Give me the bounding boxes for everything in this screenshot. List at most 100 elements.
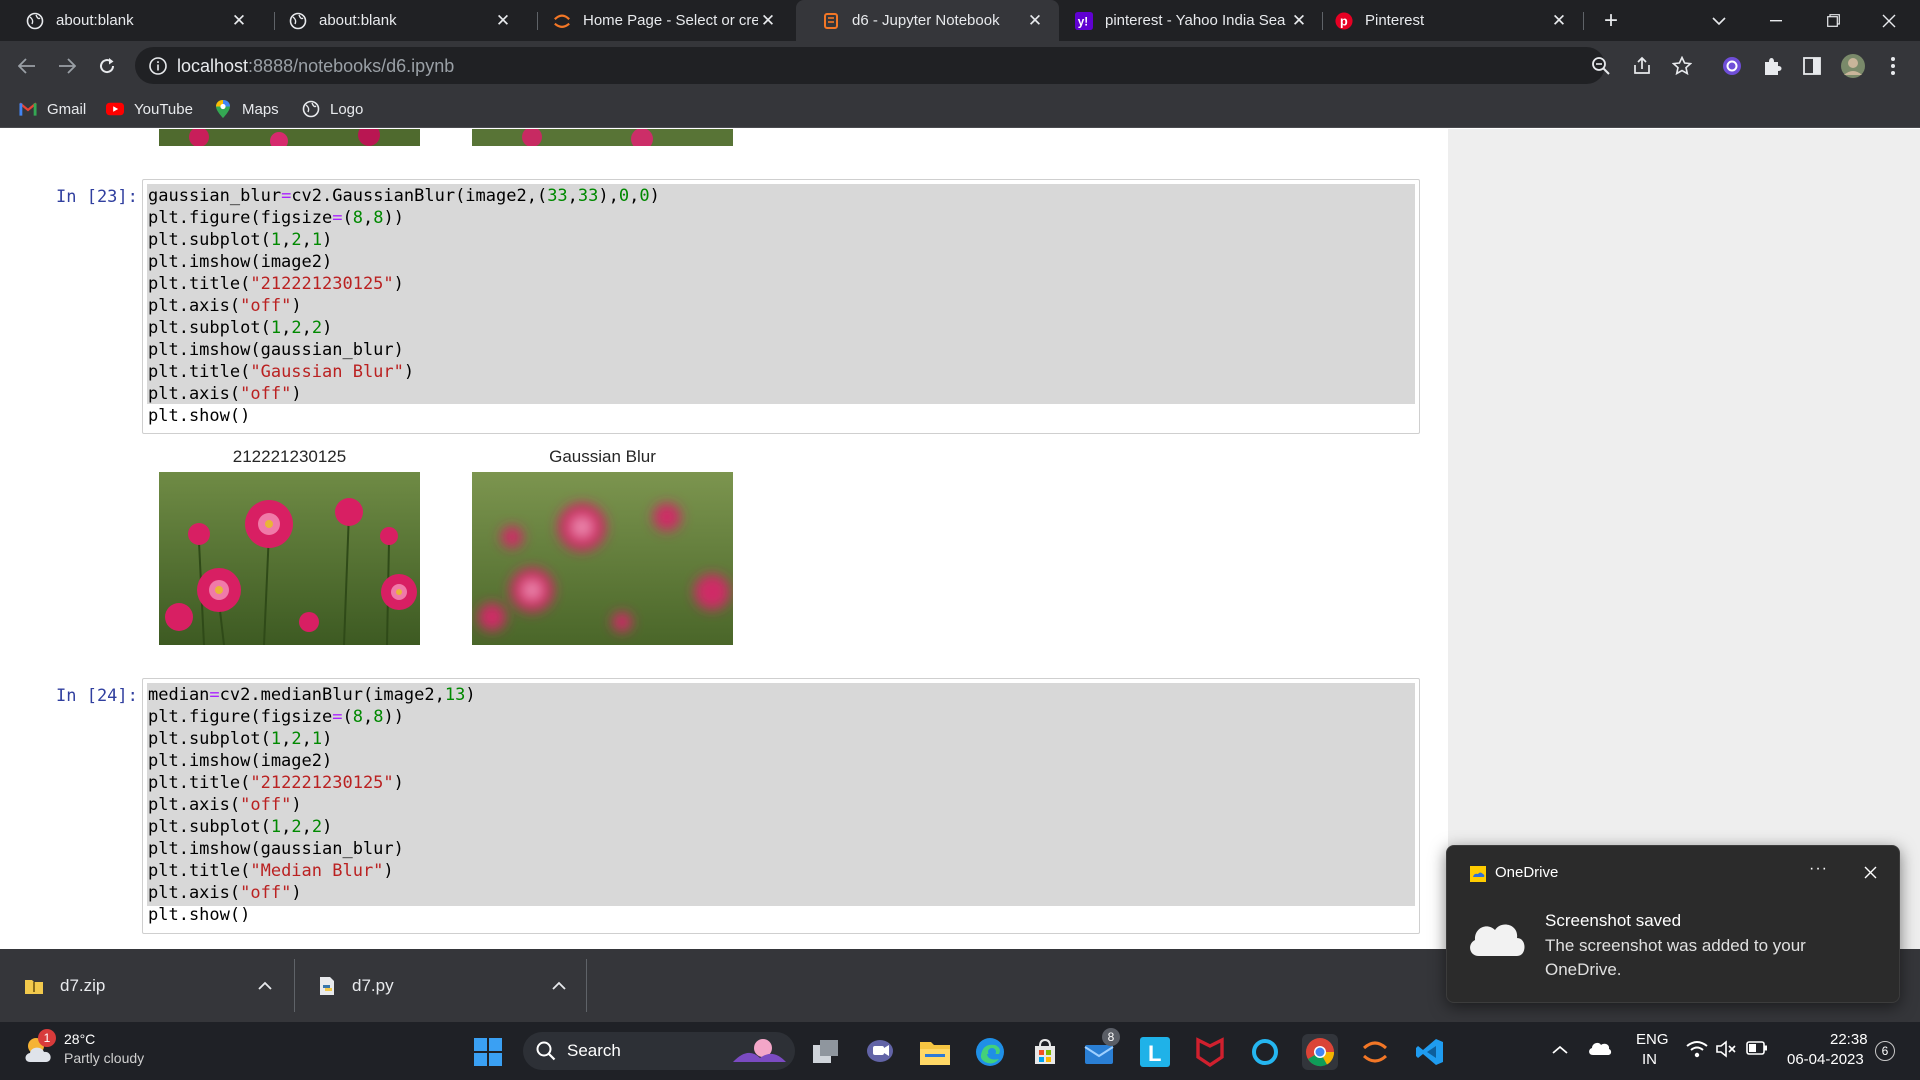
bookmark-youtube[interactable]: YouTube (106, 90, 193, 128)
weather-icon[interactable]: 1 (22, 1029, 62, 1072)
figure-title-original: 212221230125 (232, 447, 347, 466)
onedrive-notification[interactable]: OneDrive ··· Screenshot saved The screen… (1446, 845, 1900, 1003)
tab-yahoo-search[interactable]: y! pinterest - Yahoo India Sea ✕ (1061, 0, 1323, 41)
clock-date[interactable]: 06-04-2023 (1787, 1051, 1864, 1068)
tab-d6-notebook[interactable]: d6 - Jupyter Notebook ✕ (796, 0, 1059, 41)
code-line: plt.axis("off") (148, 795, 302, 815)
code-line: plt.show() (148, 406, 251, 426)
cell-prompt: In [23]: (56, 187, 138, 207)
globe-icon (26, 12, 44, 30)
task-view-icon[interactable] (808, 1034, 844, 1070)
close-icon[interactable]: ✕ (758, 11, 778, 31)
more-options-icon[interactable]: ··· (1809, 860, 1828, 878)
bookmark-star-icon[interactable] (1668, 52, 1696, 80)
tab-about-blank-2[interactable]: about:blank ✕ (263, 0, 527, 41)
region-indicator[interactable]: IN (1642, 1051, 1657, 1068)
restore-button[interactable] (1810, 0, 1856, 41)
teams-chat-icon[interactable] (862, 1034, 898, 1070)
share-icon[interactable] (1628, 52, 1656, 80)
figure-title-gaussian-blur: Gaussian Blur (549, 447, 656, 466)
yahoo-icon: y! (1075, 11, 1093, 30)
file-explorer-icon[interactable] (917, 1034, 953, 1070)
notification-count-badge[interactable]: 6 (1875, 1041, 1895, 1061)
minimize-button[interactable] (1753, 0, 1799, 41)
chrome-icon[interactable] (1302, 1034, 1338, 1070)
jupyter-taskbar-icon[interactable] (1357, 1034, 1393, 1070)
wifi-icon[interactable] (1686, 1040, 1708, 1063)
close-icon[interactable] (1864, 866, 1877, 884)
side-panel-icon[interactable] (1798, 52, 1826, 80)
jupyter-icon (553, 12, 571, 30)
bookmark-label: Logo (330, 100, 364, 118)
bookmark-logo[interactable]: Logo (302, 90, 363, 128)
profile-avatar-icon[interactable] (1839, 52, 1867, 80)
tab-pinterest[interactable]: p Pinterest ✕ (1323, 0, 1583, 41)
cloud-icon (1465, 916, 1529, 965)
code-line: plt.subplot(1,2,1) (148, 729, 333, 749)
edge-browser-icon[interactable] (972, 1034, 1008, 1070)
code-line: plt.figure(figsize=(8,8)) (148, 707, 404, 727)
download-item-d7-py[interactable]: d7.py (318, 949, 568, 1022)
zoom-icon[interactable] (1587, 52, 1615, 80)
site-info-icon[interactable] (148, 56, 168, 76)
tab-label: Home Page - Select or crea (583, 12, 758, 29)
reload-button[interactable] (90, 49, 124, 83)
clock-time[interactable]: 22:38 (1830, 1031, 1868, 1048)
browser-tab-strip: about:blank ✕ about:blank ✕ Home Page - … (0, 0, 1920, 41)
toast-app-name: OneDrive (1495, 864, 1559, 881)
weather-desc[interactable]: Partly cloudy (64, 1050, 144, 1066)
tab-about-blank-1[interactable]: about:blank ✕ (0, 0, 263, 41)
chevron-up-icon[interactable] (552, 976, 566, 996)
taskbar-search-box[interactable]: Search (523, 1032, 795, 1070)
l-app-icon[interactable]: L (1137, 1034, 1173, 1070)
globe-icon (289, 12, 307, 30)
mcafee-icon[interactable] (1192, 1034, 1228, 1070)
onedrive-tray-icon[interactable] (1588, 1040, 1612, 1061)
close-icon[interactable]: ✕ (1289, 11, 1309, 31)
new-tab-button[interactable]: + (1588, 0, 1634, 41)
toast-title: Screenshot saved (1545, 911, 1682, 930)
close-window-button[interactable] (1866, 0, 1912, 41)
code-line: plt.title("Gaussian Blur") (148, 362, 415, 382)
windows-taskbar: 1 28°C Partly cloudy Search 8 L ENG IN 2… (0, 1022, 1920, 1080)
tab-jupyter-home[interactable]: Home Page - Select or crea ✕ (527, 0, 792, 41)
extensions-puzzle-icon[interactable] (1758, 52, 1786, 80)
show-hidden-icons-chevron-icon[interactable] (1552, 1042, 1568, 1060)
globe-icon (302, 100, 320, 118)
python-file-icon (318, 976, 336, 996)
notebook-content: In [23]: gaussian_blur=cv2.GaussianBlur(… (0, 129, 1448, 949)
cortana-icon[interactable] (1247, 1034, 1283, 1070)
bookmark-gmail[interactable]: Gmail (19, 90, 86, 128)
tab-label: Pinterest (1365, 12, 1425, 29)
start-button[interactable] (470, 1034, 506, 1070)
close-icon[interactable]: ✕ (229, 11, 249, 31)
battery-icon[interactable] (1746, 1041, 1768, 1060)
cell-prompt: In [24]: (56, 686, 138, 706)
search-icon (536, 1041, 556, 1066)
bookmark-maps[interactable]: Maps (214, 90, 279, 128)
more-menu-icon[interactable] (1879, 52, 1907, 80)
volume-muted-icon[interactable] (1716, 1040, 1738, 1063)
onedrive-app-icon (1469, 865, 1487, 888)
extension-swirl-icon[interactable] (1718, 52, 1746, 80)
close-icon[interactable]: ✕ (1549, 11, 1569, 31)
language-indicator[interactable]: ENG (1636, 1031, 1669, 1048)
address-bar[interactable]: localhost:8888/notebooks/d6.ipynb (135, 47, 1605, 84)
weather-temp[interactable]: 28°C (64, 1031, 95, 1047)
zip-folder-icon (24, 977, 44, 995)
download-filename: d7.zip (60, 975, 106, 995)
back-button[interactable] (10, 49, 44, 83)
close-icon[interactable]: ✕ (1025, 11, 1045, 31)
previous-output-image (472, 129, 733, 146)
vscode-icon[interactable] (1412, 1034, 1448, 1070)
download-item-d7-zip[interactable]: d7.zip (24, 949, 274, 1022)
code-line: plt.imshow(gaussian_blur) (148, 839, 404, 859)
close-icon[interactable]: ✕ (493, 11, 513, 31)
tab-search-chevron-icon[interactable] (1696, 0, 1742, 41)
code-line: plt.title("Median Blur") (148, 861, 394, 881)
code-line: plt.axis("off") (148, 296, 302, 316)
forward-button[interactable] (50, 49, 84, 83)
chevron-up-icon[interactable] (258, 976, 272, 996)
mail-icon[interactable]: 8 (1082, 1028, 1120, 1070)
microsoft-store-icon[interactable] (1027, 1034, 1063, 1070)
